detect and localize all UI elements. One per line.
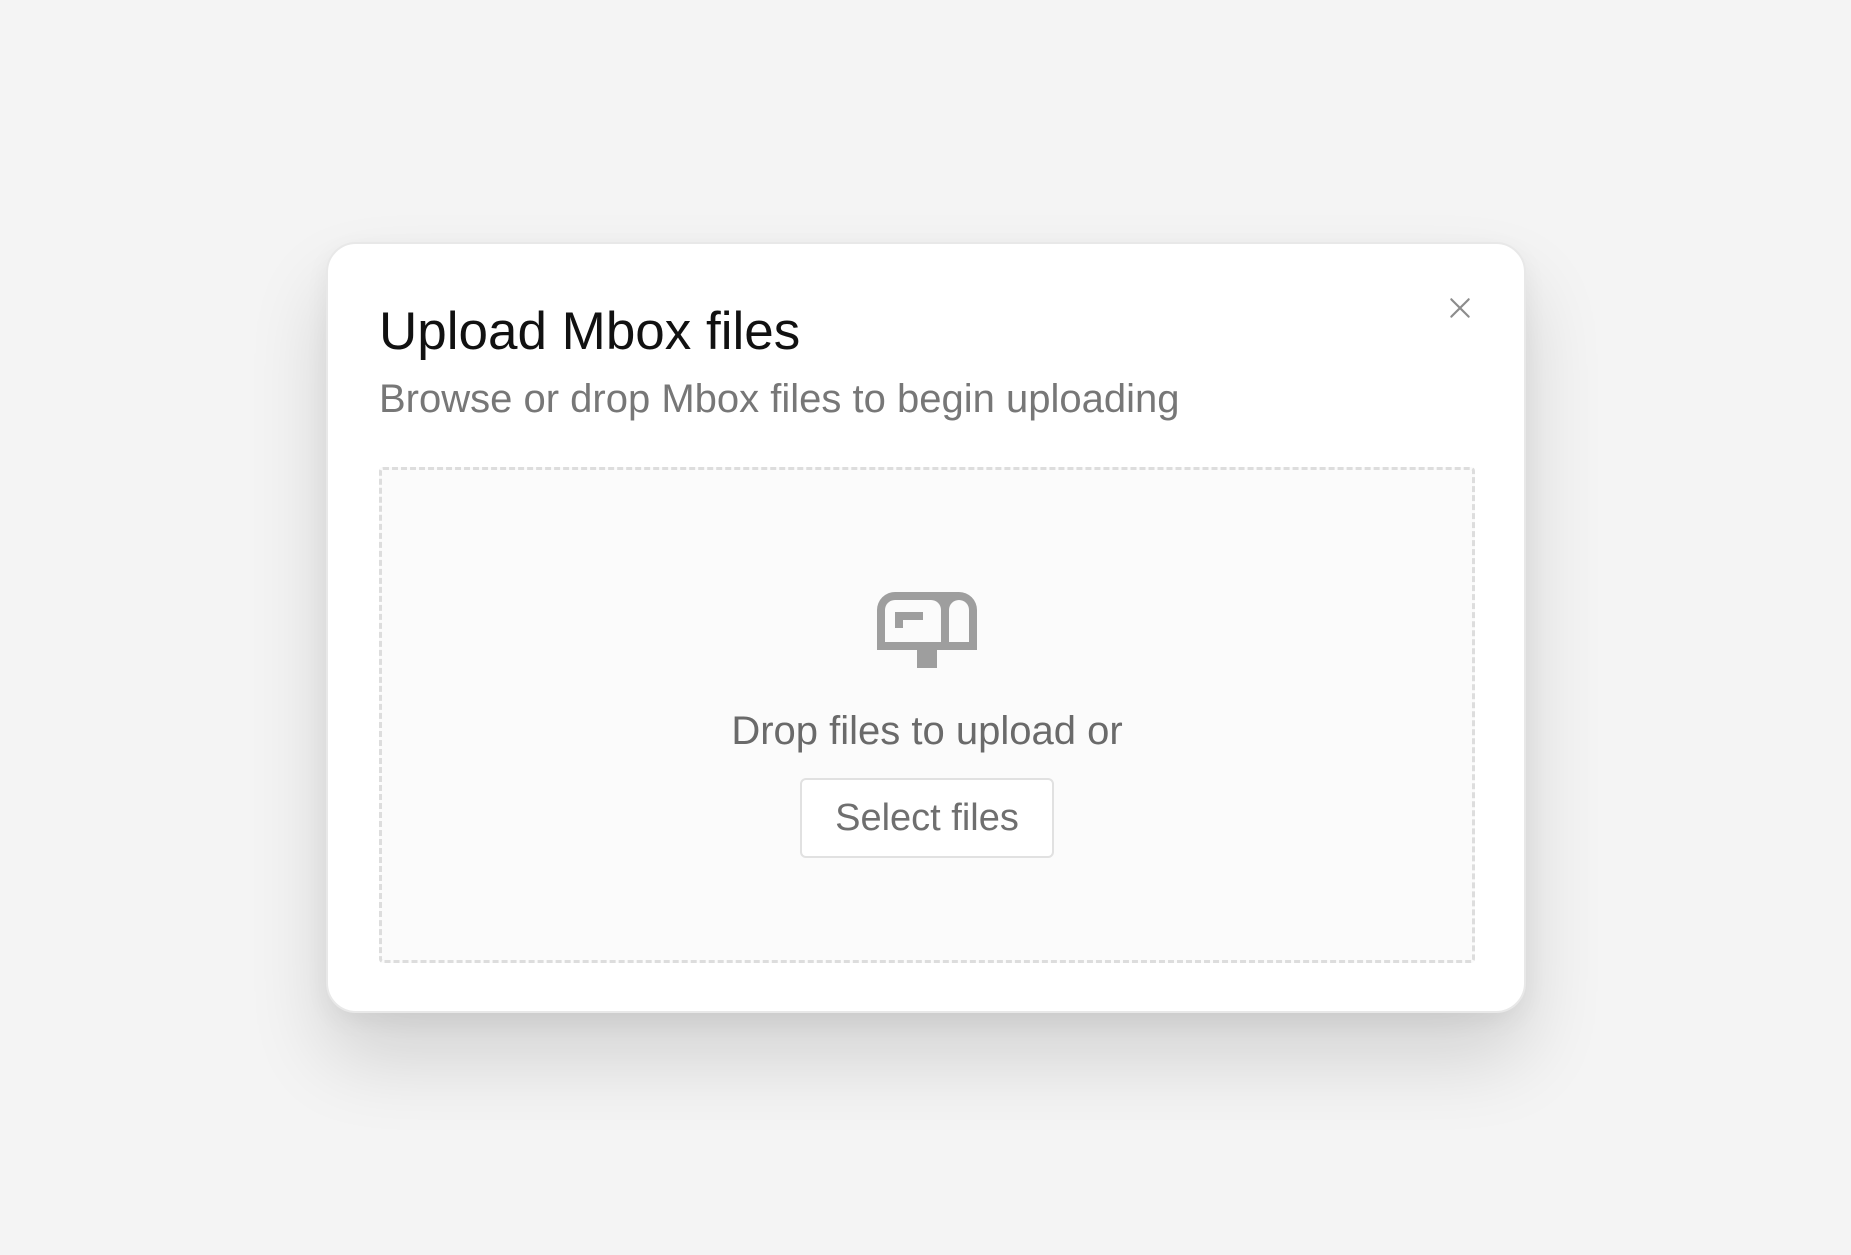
file-dropzone[interactable]: Drop files to upload or Select files [379,467,1475,963]
dialog-title: Upload Mbox files [379,302,801,361]
dialog-subtitle: Browse or drop Mbox files to begin uploa… [379,377,1180,421]
drop-instructions: Drop files to upload or [731,709,1123,753]
select-files-button[interactable]: Select files [800,778,1054,858]
upload-mbox-dialog: Upload Mbox files Browse or drop Mbox fi… [326,242,1526,1013]
close-icon [1450,298,1470,318]
close-button[interactable] [1440,288,1480,328]
mailbox-icon [877,590,977,670]
